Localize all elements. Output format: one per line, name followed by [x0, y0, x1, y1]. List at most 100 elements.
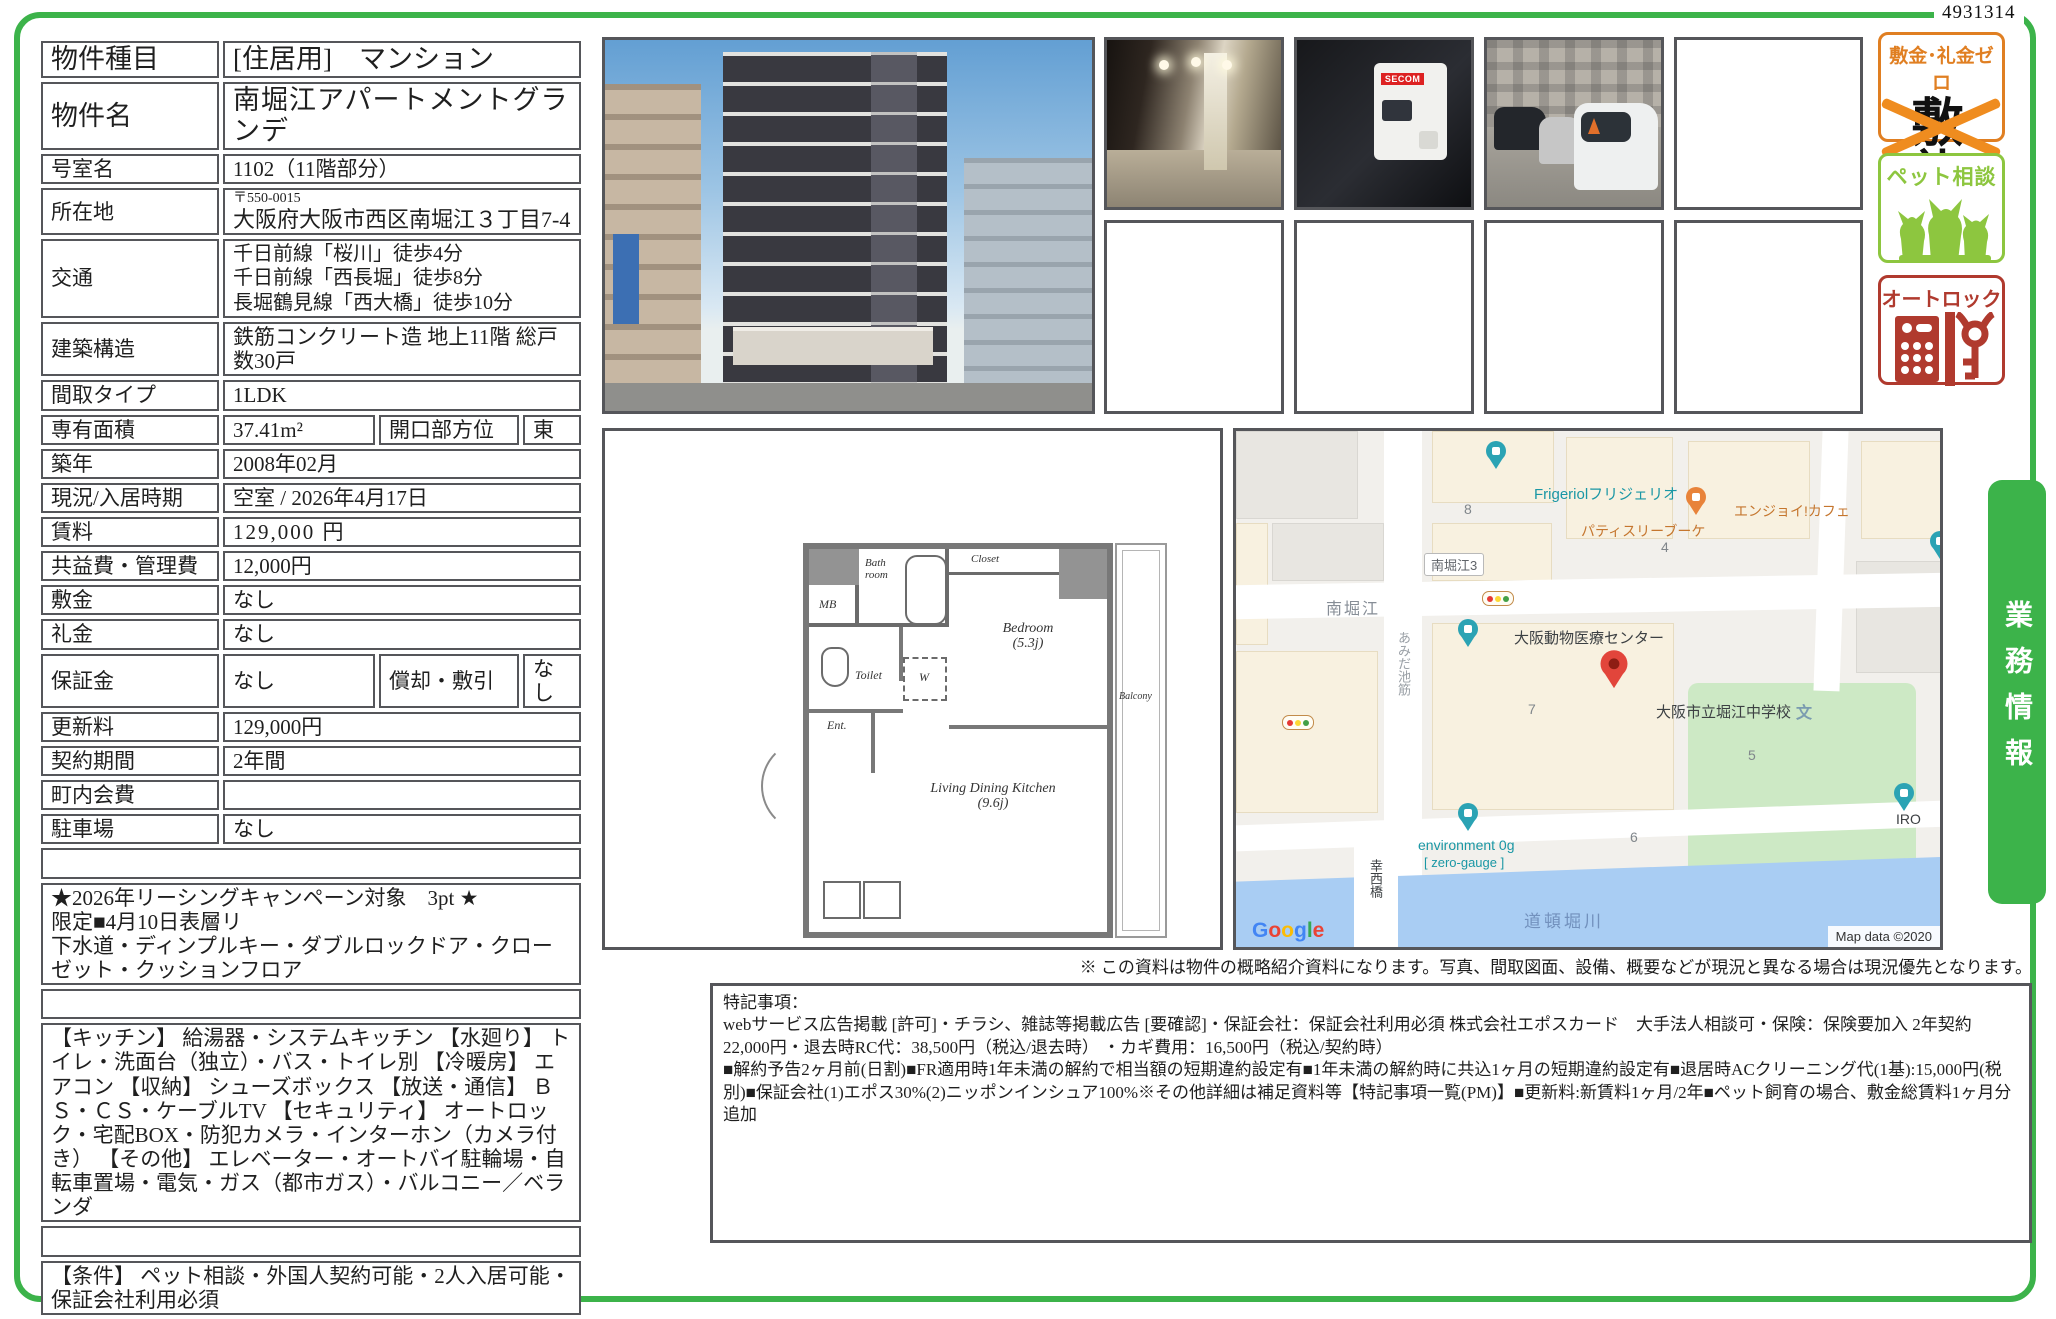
- floor-area-value: 37.41m²: [223, 415, 375, 445]
- kitchen-sink: [823, 881, 861, 919]
- structure-value: 鉄筋コンクリート造 地上11階 総戸数30戸: [223, 322, 581, 376]
- ceiling-light: [1222, 60, 1232, 70]
- map-label-frigeriol: Frigeriolフリジェリオ: [1534, 483, 1678, 504]
- entrance-door-swing: [761, 739, 855, 833]
- special-notes-box: 特記事項： webサービス広告掲載 [許可]・チラシ、雑誌等掲載広告 [要確認]…: [710, 983, 2032, 1243]
- address-value: 〒550-0015 大阪府大阪市西区南堀江３丁目7-4: [223, 188, 581, 235]
- pipe-space: [809, 549, 859, 585]
- transport-line: 千日前線「西長堀」徒歩8分: [233, 266, 571, 290]
- floor-plan-panel: Balcony MB Bath room Closet Bedroom (5.3…: [602, 428, 1223, 950]
- empty-photo-frame: [1484, 220, 1664, 414]
- table-row: 物件種目 [住居用] マンション: [41, 41, 581, 78]
- transport-line: 千日前線「桜川」徒歩4分: [233, 242, 571, 266]
- toilet-wall: [809, 709, 903, 713]
- business-info-tab[interactable]: 業務情報: [1988, 480, 2046, 904]
- ldk-name: Living Dining Kitchen: [930, 781, 1055, 796]
- balcony-area: [1115, 543, 1167, 938]
- google-letter: o: [1281, 919, 1294, 942]
- row-label: 物件名: [41, 82, 219, 150]
- map-label-number: 7: [1528, 701, 1536, 717]
- map-road-vertical-right: [1813, 431, 1848, 692]
- pet-negotiable-badge: ペット相談: [1878, 153, 2005, 263]
- google-logo: Google: [1252, 919, 1324, 943]
- row-label: 建築構造: [41, 322, 219, 376]
- row-label: 現況/入居時期: [41, 483, 219, 513]
- entrance-wall: [871, 713, 875, 773]
- shop-place-pin: [1458, 803, 1478, 830]
- neighbor-building-left: [605, 84, 701, 385]
- empty-photo-frame: [1674, 220, 1863, 414]
- intercom-screen: [1382, 100, 1411, 121]
- table-row: 更新料 129,000円: [41, 712, 581, 742]
- remarks-header: 備 考: [41, 848, 581, 878]
- bedroom-name: Bedroom: [1003, 621, 1054, 636]
- table-row: 号室名 1102（11階部分）: [41, 154, 581, 184]
- guarantee-deposit-value: なし: [223, 654, 375, 708]
- row-label: 交通: [41, 239, 219, 318]
- map-data-attribution: Map data ©2020: [1828, 926, 1940, 947]
- remarks-line: 限定■4月10日表層リ: [51, 910, 571, 934]
- map-building-block: [1272, 523, 1384, 581]
- rent-value: 129,000 円: [223, 517, 581, 547]
- map-label-number: 4: [1661, 539, 1669, 555]
- table-row: 【キッチン】 給湯器・システムキッチン 【水廻り】 トイレ・洗面台（独立）・バス…: [41, 1023, 581, 1222]
- table-row: 敷金 なし: [41, 585, 581, 615]
- location-map: 幸西橋 道頓堀川 Frigeriolフリジェリオ 8 パティスリーブーケ エンジ…: [1233, 428, 1943, 950]
- autolock-intercom-key-icon: [1887, 312, 1997, 386]
- closet-label: Closet: [971, 553, 999, 565]
- cafe-place-pin: [1686, 487, 1706, 514]
- table-row: 礼金 なし: [41, 619, 581, 649]
- section-header-row: 備 考: [41, 848, 581, 878]
- property-location-pin: [1601, 650, 1628, 686]
- row-label: 礼金: [41, 619, 219, 649]
- transport-line: 長堀鶴見線「西大橋」徒歩10分: [233, 291, 571, 315]
- vet-place-pin: [1458, 619, 1478, 646]
- ldk-label: Living Dining Kitchen (9.6j): [898, 781, 1088, 812]
- table-row: 交通 千日前線「桜川」徒歩4分 千日前線「西長堀」徒歩8分 長堀鶴見線「西大橋」…: [41, 239, 581, 318]
- table-row: 保証金 なし 償却・敷引 なし: [41, 654, 581, 708]
- corridor-floor: [1107, 150, 1281, 207]
- key-money-value: なし: [223, 619, 581, 649]
- section-header-row: 条 件: [41, 1226, 581, 1256]
- map-label-number: 8: [1464, 501, 1472, 517]
- business-info-tab-label: 業務情報: [1997, 600, 2037, 784]
- ldk-size: (9.6j): [978, 796, 1009, 811]
- row-label: 賃料: [41, 517, 219, 547]
- map-label-zerogauge: [ zero-gauge ]: [1424, 855, 1504, 870]
- toilet-wall: [899, 627, 903, 681]
- table-row: ★2026年リーシングキャンペーン対象 3pt ★ 限定■4月10日表層リ 下水…: [41, 883, 581, 986]
- row-label: 築年: [41, 449, 219, 479]
- section-header-row: 設 備: [41, 989, 581, 1019]
- washer-label: W: [919, 671, 929, 684]
- map-label-amidaike-street: あみだ池筋: [1394, 631, 1413, 696]
- equipment-header: 設 備: [41, 989, 581, 1019]
- room-number-value: 1102（11階部分）: [223, 154, 581, 184]
- table-row: 所在地 〒550-0015 大阪府大阪市西区南堀江３丁目7-4: [41, 188, 581, 235]
- floor-plan-drawing: Balcony MB Bath room Closet Bedroom (5.3…: [803, 543, 1171, 943]
- disclaimer-notice: ※ この資料は物件の概略紹介資料になります。写真、間取図面、設備、概要などが現況…: [1080, 953, 2032, 978]
- street-foreground: [605, 383, 1092, 411]
- school-mark-icon: 文: [1796, 699, 1812, 723]
- intercom-button: [1419, 131, 1438, 148]
- place-pin: [1930, 531, 1943, 558]
- bridge-name-label: 幸西橋: [1366, 859, 1385, 898]
- map-label-number: 5: [1748, 747, 1756, 763]
- no-deposit-key-money-badge: 敷金･礼金ゼロ 敷礼: [1878, 32, 2005, 142]
- map-building-block: [1688, 441, 1810, 539]
- bathroom-label: Bath room: [865, 557, 905, 581]
- contract-period-value: 2年間: [223, 746, 581, 776]
- address-text: 大阪府大阪市西区南堀江３丁目7-4: [233, 207, 571, 232]
- table-row: 【条件】 ペット相談・外国人契約可能・2人入居可能・保証会社利用必須: [41, 1261, 581, 1315]
- parking-value: なし: [223, 814, 581, 844]
- badge-title: オートロック: [1881, 283, 2002, 312]
- building-exterior-photo: [602, 37, 1095, 414]
- map-building-block: [1432, 623, 1674, 810]
- table-row: 共益費・管理費 12,000円: [41, 551, 581, 581]
- table-row: 契約期間 2年間: [41, 746, 581, 776]
- equipment-content: 【キッチン】 給湯器・システムキッチン 【水廻り】 トイレ・洗面台（独立）・バス…: [41, 1023, 581, 1222]
- property-name-value: 南堀江アパートメントグランデ: [223, 82, 581, 150]
- map-label-school: 大阪市立堀江中学校: [1656, 701, 1791, 722]
- special-notes-title: 特記事項：: [723, 992, 2019, 1014]
- built-year-value: 2008年02月: [223, 449, 581, 479]
- table-row: 築年 2008年02月: [41, 449, 581, 479]
